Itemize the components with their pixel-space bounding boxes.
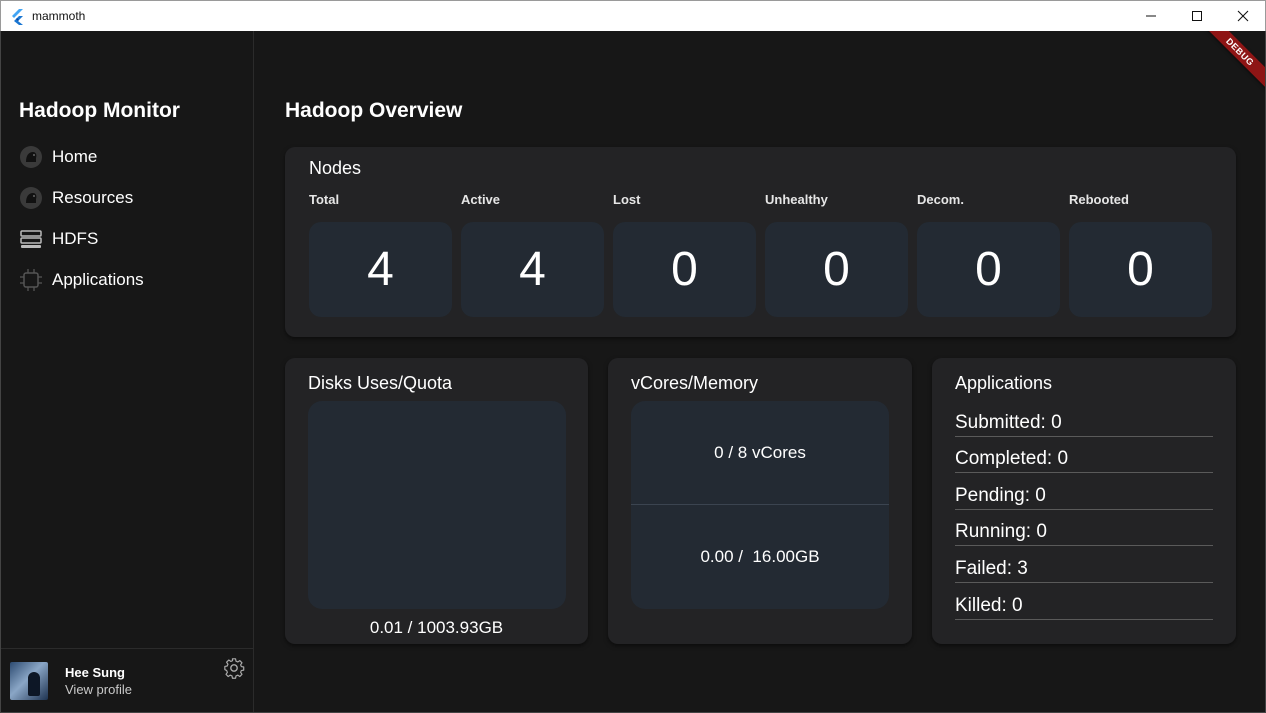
sidebar-item-label: Resources — [52, 188, 134, 207]
flutter-logo-icon — [12, 9, 23, 25]
vcores-tile: 0 / 8 vCores 0.00 / 16.00GB — [631, 401, 889, 609]
window-titlebar: mammoth — [0, 0, 1266, 31]
profile-name: Hee Sung — [65, 665, 125, 680]
app-stat-submitted: Submitted: 0 — [955, 408, 1213, 437]
vcores-value: 0 / 8 vCores — [631, 401, 889, 505]
sidebar: Hadoop Monitor Home Resources HDFS Appli… — [1, 31, 254, 712]
maximize-icon — [1192, 11, 1202, 21]
node-stat-value: 0 — [1069, 222, 1212, 317]
maximize-button[interactable] — [1174, 1, 1220, 31]
app-stat-pending: Pending: 0 — [955, 481, 1213, 510]
node-stat-label: Total — [309, 192, 340, 207]
app-stat-running: Running: 0 — [955, 517, 1213, 546]
sidebar-item-label: HDFS — [52, 229, 99, 248]
sidebar-item-label: Applications — [52, 270, 144, 289]
app-stat-completed: Completed: 0 — [955, 444, 1213, 473]
app-window: Hadoop Monitor Home Resources HDFS Appli… — [0, 31, 1266, 713]
elephant-icon — [19, 145, 43, 169]
sidebar-item-home[interactable]: Home — [19, 143, 97, 171]
node-stat-value: 4 — [309, 222, 452, 317]
node-stat-label: Lost — [613, 192, 641, 207]
vcores-title: vCores/Memory — [631, 373, 759, 393]
node-stat-value: 0 — [917, 222, 1060, 317]
node-stat-label: Active — [461, 192, 501, 207]
view-profile-link[interactable]: View profile — [65, 682, 132, 697]
avatar — [10, 662, 48, 700]
close-icon — [1237, 10, 1249, 22]
page-title: Hadoop Overview — [285, 99, 463, 122]
sidebar-item-hdfs[interactable]: HDFS — [19, 225, 98, 253]
disk-usage-tile — [308, 401, 566, 609]
sidebar-brand: Hadoop Monitor — [19, 99, 180, 122]
window-title: mammoth — [32, 9, 86, 23]
disks-card: Disks Uses/Quota 0.01 / 1003.93GB — [285, 358, 588, 644]
app-stat-failed: Failed: 3 — [955, 554, 1213, 583]
applications-card: Applications Submitted: 0 Completed: 0 P… — [932, 358, 1236, 644]
sidebar-item-label: Home — [52, 147, 98, 166]
memory-value: 0.00 / 16.00GB — [700, 547, 820, 566]
minimize-icon — [1146, 15, 1156, 17]
node-stat-label: Rebooted — [1069, 192, 1129, 207]
elephant-icon — [19, 186, 43, 210]
node-stat-value: 4 — [461, 222, 604, 317]
nodes-card: Nodes Total 4 Active 4 Lost 0 Unhealthy … — [285, 147, 1236, 337]
chip-icon — [19, 268, 43, 292]
storage-icon — [19, 227, 43, 251]
disk-usage-value: 0.01 / 1003.93GB — [369, 618, 504, 637]
user-profile[interactable]: Hee Sung View profile — [1, 648, 254, 712]
vcores-card: vCores/Memory 0 / 8 vCores 0.00 / 16.00G… — [608, 358, 912, 644]
gear-icon[interactable] — [223, 657, 245, 679]
app-stat-killed: Killed: 0 — [955, 591, 1213, 620]
nodes-title: Nodes — [309, 158, 362, 178]
node-stat-label: Decom. — [917, 192, 964, 207]
close-button[interactable] — [1220, 1, 1266, 31]
node-stat-value: 0 — [613, 222, 756, 317]
applications-title: Applications — [955, 373, 1053, 393]
node-stat-label: Unhealthy — [765, 192, 828, 207]
minimize-button[interactable] — [1128, 1, 1174, 31]
sidebar-item-applications[interactable]: Applications — [19, 266, 144, 294]
node-stat-value: 0 — [765, 222, 908, 317]
disks-title: Disks Uses/Quota — [308, 373, 453, 393]
sidebar-item-resources[interactable]: Resources — [19, 184, 133, 212]
debug-banner: DEBUG — [1196, 31, 1265, 96]
